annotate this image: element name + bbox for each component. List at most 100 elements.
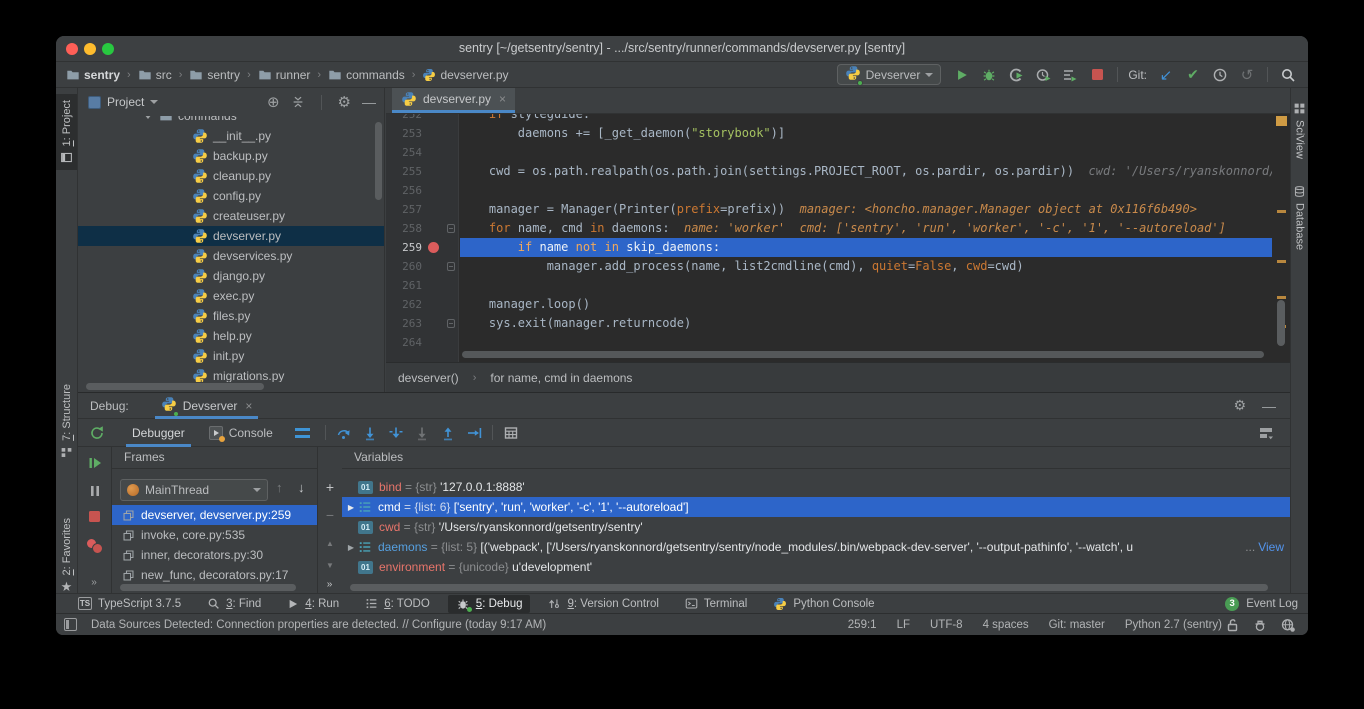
code-line[interactable]: 259 if name not in skip_daemons: bbox=[386, 238, 1290, 257]
step-into-button[interactable] bbox=[357, 421, 383, 445]
horizontal-scrollbar[interactable] bbox=[462, 351, 1264, 358]
breadcrumb-statement[interactable]: for name, cmd in daemons bbox=[490, 371, 632, 385]
force-step-into-button[interactable] bbox=[383, 421, 409, 445]
more-actions-button[interactable]: » bbox=[318, 579, 342, 590]
status-item[interactable]: 259:1 bbox=[848, 619, 877, 631]
error-stripe-mark[interactable] bbox=[1276, 116, 1287, 126]
code-line[interactable]: 261 bbox=[386, 276, 1290, 295]
tool-window-button-run[interactable]: 4: Run bbox=[279, 595, 347, 613]
tool-window-button-favorites[interactable]: 2: Favorites★ bbox=[56, 518, 77, 595]
variable-row[interactable]: 01cwd = {str} '/Users/ryanskonnord/getse… bbox=[342, 517, 1290, 537]
frame-row[interactable]: inner, decorators.py:30 bbox=[112, 545, 317, 565]
close-icon[interactable]: × bbox=[499, 92, 506, 106]
code-line[interactable]: 263 sys.exit(manager.returncode) bbox=[386, 314, 1290, 333]
profiler-button[interactable] bbox=[1031, 64, 1055, 86]
step-into-my-code-button[interactable] bbox=[409, 421, 435, 445]
fold-marker-icon[interactable] bbox=[447, 262, 455, 271]
breadcrumb-item[interactable]: commands bbox=[326, 68, 407, 82]
collapse-all-icon[interactable] bbox=[291, 95, 305, 109]
view-link[interactable]: View bbox=[1258, 540, 1284, 554]
frame-row[interactable]: new_func, decorators.py:17 bbox=[112, 565, 317, 583]
previous-frame-button[interactable]: ↑ bbox=[276, 480, 283, 495]
tree-item[interactable]: exec.py bbox=[78, 286, 384, 306]
tree-item[interactable]: __init__.py bbox=[78, 126, 384, 146]
hide-panel-icon[interactable]: — bbox=[362, 94, 376, 110]
fold-marker-icon[interactable] bbox=[447, 224, 455, 233]
tool-window-button-structure[interactable]: 7: Structure bbox=[56, 384, 77, 459]
tool-window-button-event-log[interactable]: Event Log bbox=[1246, 598, 1298, 610]
status-item[interactable]: Git: master bbox=[1049, 619, 1105, 631]
run-configuration-select[interactable]: Devserver bbox=[837, 64, 942, 85]
horizontal-scrollbar[interactable] bbox=[350, 584, 1268, 591]
breakpoint-icon[interactable] bbox=[428, 242, 439, 253]
tab-debugger[interactable]: Debugger bbox=[120, 419, 197, 447]
code-area[interactable]: 252 if styleguide:253 daemons += [_get_d… bbox=[386, 114, 1290, 362]
variable-row[interactable]: 01environment = {unicode} u'development' bbox=[342, 557, 1290, 577]
code-line[interactable]: 252 if styleguide: bbox=[386, 114, 1290, 124]
editor-tab-devserver[interactable]: devserver.py × bbox=[392, 88, 515, 113]
tool-window-button-project[interactable]: 1: Project bbox=[56, 94, 77, 170]
debug-session-tab[interactable]: Devserver × bbox=[155, 393, 259, 418]
code-line[interactable]: 258 for name, cmd in daemons: name: 'wor… bbox=[386, 219, 1290, 238]
run-to-cursor-button[interactable] bbox=[461, 421, 487, 445]
code-line[interactable]: 262 manager.loop() bbox=[386, 295, 1290, 314]
code-line[interactable]: 256 bbox=[386, 181, 1290, 200]
gear-icon[interactable]: ⚙ bbox=[338, 93, 351, 111]
chevron-down-icon[interactable] bbox=[144, 116, 152, 119]
breadcrumb-item[interactable]: sentry bbox=[64, 68, 122, 82]
stop-button[interactable] bbox=[1085, 64, 1109, 86]
tree-item[interactable]: django.py bbox=[78, 266, 384, 286]
git-update-button[interactable]: ↙ bbox=[1154, 64, 1178, 86]
step-over-button[interactable] bbox=[331, 421, 357, 445]
tool-window-button-version-control[interactable]: 9: Version Control bbox=[540, 595, 666, 613]
tool-window-button-debug[interactable]: 5: Debug bbox=[448, 595, 531, 613]
tree-item[interactable]: config.py bbox=[78, 186, 384, 206]
horizontal-scrollbar[interactable] bbox=[120, 584, 296, 591]
gear-icon[interactable]: ⚙ bbox=[1233, 398, 1246, 414]
tree-item[interactable]: devservices.py bbox=[78, 246, 384, 266]
git-rollback-button[interactable]: ↺ bbox=[1235, 64, 1259, 86]
move-up-button[interactable]: ▲ bbox=[318, 539, 342, 548]
tool-window-toggle-icon[interactable] bbox=[64, 618, 77, 631]
status-item[interactable]: LF bbox=[897, 619, 910, 631]
evaluate-expression-button[interactable] bbox=[498, 421, 524, 445]
zoom-window-button[interactable] bbox=[102, 43, 114, 55]
breadcrumb-function[interactable]: devserver() bbox=[398, 371, 459, 385]
tree-item[interactable]: backup.py bbox=[78, 146, 384, 166]
remove-watch-button[interactable]: − bbox=[318, 507, 342, 523]
variable-row[interactable]: ▶daemons = {list: 5} [('webpack', ['/Use… bbox=[342, 537, 1290, 557]
breadcrumb-item[interactable]: devserver.py bbox=[420, 68, 510, 82]
status-message[interactable]: Data Sources Detected: Connection proper… bbox=[91, 619, 546, 631]
expand-arrow-icon[interactable]: ▶ bbox=[344, 503, 358, 512]
close-window-button[interactable] bbox=[66, 43, 78, 55]
resume-button[interactable] bbox=[78, 455, 111, 471]
status-item[interactable]: UTF-8 bbox=[930, 619, 963, 631]
vertical-scrollbar[interactable] bbox=[1277, 300, 1285, 346]
code-line[interactable]: 255 cwd = os.path.realpath(os.path.join(… bbox=[386, 162, 1290, 181]
tool-window-button-database[interactable]: Database bbox=[1293, 185, 1306, 250]
horizontal-scrollbar[interactable] bbox=[86, 383, 264, 390]
tree-item[interactable]: files.py bbox=[78, 306, 384, 326]
move-down-button[interactable]: ▼ bbox=[318, 561, 342, 570]
status-item[interactable]: Python 2.7 (sentry) bbox=[1125, 619, 1222, 631]
tool-window-button-sciview[interactable]: SciView bbox=[1293, 102, 1306, 159]
run-button[interactable] bbox=[950, 64, 974, 86]
tool-window-button-terminal[interactable]: Terminal bbox=[677, 595, 755, 613]
run-with-coverage-button[interactable] bbox=[1004, 64, 1028, 86]
tree-folder[interactable]: commands bbox=[78, 116, 384, 126]
variable-row[interactable]: ▶cmd = {list: 6} ['sentry', 'run', 'work… bbox=[342, 497, 1290, 517]
git-history-button[interactable] bbox=[1208, 64, 1232, 86]
thread-select[interactable]: MainThread bbox=[120, 479, 268, 501]
add-watch-button[interactable]: + bbox=[318, 479, 342, 495]
error-stripe-mark[interactable] bbox=[1277, 210, 1286, 213]
tool-window-button-find[interactable]: 3: Find bbox=[199, 595, 269, 613]
concurrency-diagram-button[interactable] bbox=[1058, 64, 1082, 86]
git-commit-button[interactable]: ✔ bbox=[1181, 64, 1205, 86]
settings-globe-icon[interactable] bbox=[1280, 617, 1296, 633]
code-line[interactable]: 257 manager = Manager(Printer(prefix=pre… bbox=[386, 200, 1290, 219]
code-line[interactable]: 254 bbox=[386, 143, 1290, 162]
restore-layout-button[interactable] bbox=[1258, 425, 1274, 441]
debug-button[interactable] bbox=[977, 64, 1001, 86]
step-out-button[interactable] bbox=[435, 421, 461, 445]
code-line[interactable]: 260 manager.add_process(name, list2cmdli… bbox=[386, 257, 1290, 276]
